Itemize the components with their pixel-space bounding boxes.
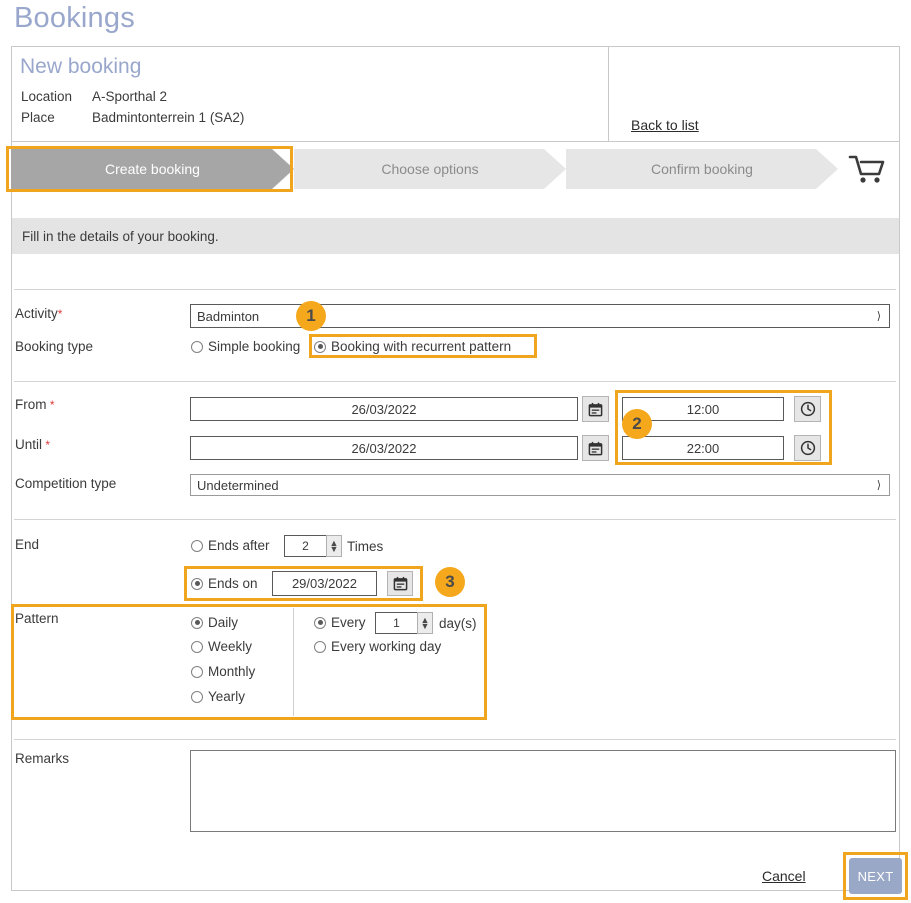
pattern-monthly-option[interactable]: Monthly (191, 664, 255, 679)
ends-on-date-input[interactable] (272, 571, 377, 596)
ends-after-option[interactable]: Ends after (191, 538, 270, 553)
divider-3 (14, 519, 896, 520)
until-label: Until * (15, 437, 50, 452)
pattern-daily-label: Daily (208, 615, 239, 630)
radio-monthly[interactable] (191, 665, 203, 678)
ends-on-option[interactable]: Ends on (191, 576, 258, 591)
competition-type-label: Competition type (15, 476, 117, 491)
until-calendar-icon-button[interactable] (582, 435, 609, 461)
page-title: Bookings (14, 2, 135, 34)
booking-type-label: Booking type (15, 339, 94, 354)
from-label: From * (15, 397, 55, 412)
ends-after-label: Ends after (208, 538, 270, 553)
place-value: Badmintonterrein 1 (SA2) (92, 110, 245, 125)
wizard-step-2-label: Choose options (381, 161, 479, 177)
new-booking-heading: New booking (20, 55, 142, 78)
until-date-input[interactable] (190, 436, 578, 460)
next-button[interactable]: NEXT (849, 858, 902, 894)
competition-type-select-wrapper[interactable]: Undetermined ⟩ (190, 474, 890, 496)
pattern-column-divider (293, 608, 294, 716)
info-bar-text: Fill in the details of your booking. (22, 228, 219, 244)
wizard-step-confirm-booking[interactable]: Confirm booking (566, 149, 838, 189)
divider-2 (14, 381, 896, 382)
radio-yearly[interactable] (191, 690, 203, 703)
ends-on-calendar-icon-button[interactable] (387, 571, 413, 596)
pattern-every-stepper-arrows[interactable]: ▲ ▼ (417, 612, 433, 634)
annotation-badge-1: 1 (296, 301, 326, 331)
ends-after-input[interactable] (284, 535, 326, 557)
chevron-down-icon-stepper: ▼ (329, 544, 339, 554)
pattern-every-label: Every (331, 615, 366, 630)
wizard-step-3-label: Confirm booking (651, 161, 753, 177)
radio-weekly[interactable] (191, 640, 203, 653)
activity-select[interactable]: Badminton (190, 304, 890, 328)
booking-type-simple-option[interactable]: Simple booking (191, 339, 300, 354)
pattern-working-day-option[interactable]: Every working day (314, 639, 441, 654)
pattern-yearly-label: Yearly (208, 689, 246, 704)
place-label: Place (21, 110, 55, 125)
radio-every-n-days[interactable] (314, 616, 326, 629)
radio-ends-after[interactable] (191, 539, 203, 552)
until-clock-icon-button[interactable] (794, 435, 821, 461)
summary-right-pane: Back to list (609, 47, 899, 141)
activity-label: Activity* (15, 306, 62, 321)
activity-required-marker: * (57, 307, 63, 321)
wizard-step-create-booking[interactable]: Create booking (11, 149, 294, 189)
cancel-link[interactable]: Cancel (762, 868, 806, 884)
divider-1 (14, 289, 896, 290)
ends-after-stepper-arrows[interactable]: ▲ ▼ (326, 535, 342, 557)
from-calendar-icon-button[interactable] (582, 396, 609, 422)
from-date-input[interactable] (190, 397, 578, 421)
radio-simple-booking[interactable] (191, 340, 203, 353)
pattern-working-day-label: Every working day (331, 639, 442, 654)
divider-4 (14, 739, 896, 740)
location-value: A-Sporthal 2 (92, 89, 168, 104)
end-label: End (15, 537, 40, 552)
until-label-text: Until (15, 437, 43, 452)
booking-type-recurrent-label: Booking with recurrent pattern (331, 339, 512, 354)
from-clock-icon-button[interactable] (794, 396, 821, 422)
chevron-down-icon-pattern: ▼ (420, 621, 430, 631)
pattern-daily-option[interactable]: Daily (191, 615, 238, 630)
until-required-marker: * (42, 438, 51, 452)
annotation-badge-2: 2 (622, 409, 652, 439)
location-label: Location (21, 89, 73, 104)
pattern-weekly-label: Weekly (208, 639, 253, 654)
radio-every-working-day[interactable] (314, 640, 326, 653)
competition-type-select[interactable]: Undetermined (190, 474, 890, 496)
booking-wizard-steps: Create booking Choose options Confirm bo… (11, 149, 900, 189)
pattern-every-option[interactable]: Every (314, 615, 366, 630)
pattern-monthly-label: Monthly (208, 664, 256, 679)
pattern-every-stepper[interactable]: ▲ ▼ (375, 612, 433, 634)
pattern-every-input[interactable] (375, 612, 417, 634)
wizard-step-1-label: Create booking (105, 161, 200, 177)
radio-booking-with-recurrent-pattern[interactable] (314, 340, 326, 353)
ends-on-label: Ends on (208, 576, 258, 591)
annotation-badge-3: 3 (435, 567, 465, 597)
radio-ends-on[interactable] (191, 577, 203, 590)
ends-after-stepper[interactable]: ▲ ▼ (284, 535, 342, 557)
activity-select-wrapper[interactable]: Badminton ⟩ (190, 304, 890, 328)
pattern-days-label: day(s) (439, 616, 477, 631)
booking-type-recurrent-option[interactable]: Booking with recurrent pattern (314, 339, 511, 354)
from-label-text: From (15, 397, 47, 412)
remarks-label: Remarks (15, 751, 70, 766)
wizard-step-choose-options[interactable]: Choose options (294, 149, 566, 189)
pattern-yearly-option[interactable]: Yearly (191, 689, 245, 704)
shopping-cart-icon[interactable] (844, 151, 888, 187)
radio-daily[interactable] (191, 616, 203, 629)
info-bar: Fill in the details of your booking. (12, 218, 899, 254)
until-time-input[interactable] (622, 436, 784, 460)
pattern-label: Pattern (15, 611, 59, 626)
pattern-weekly-option[interactable]: Weekly (191, 639, 252, 654)
remarks-textarea[interactable] (190, 750, 896, 832)
from-required-marker: * (46, 398, 55, 412)
back-to-list-link[interactable]: Back to list (631, 117, 699, 133)
times-label: Times (347, 539, 384, 554)
activity-label-text: Activity (15, 306, 58, 321)
booking-type-simple-label: Simple booking (208, 339, 301, 354)
